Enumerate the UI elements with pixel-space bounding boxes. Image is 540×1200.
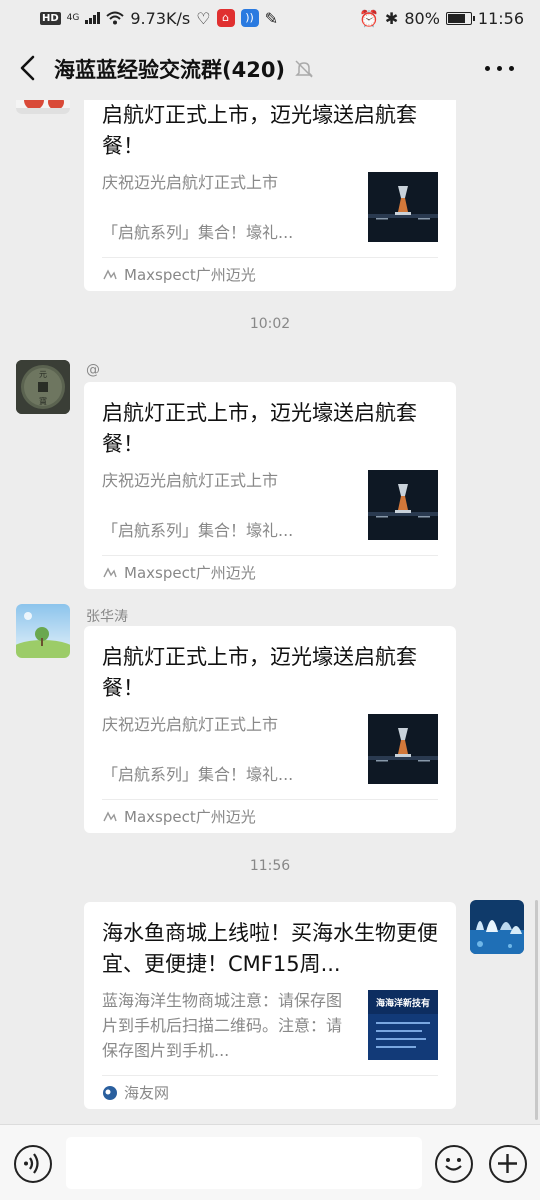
more-options-icon[interactable] [485,66,514,71]
scrollbar[interactable] [535,900,538,1120]
clock: 11:56 [477,8,524,28]
card-desc-line: 庆祝迈光启航灯正式上市 [102,715,279,734]
battery-percent: 80% [404,8,440,28]
health-heart-icon: ♡ [196,8,211,28]
notification-icon: ✎ [264,8,278,28]
signal-icon [85,12,101,24]
card-source-name: Maxspect广州迈光 [124,564,256,582]
avatar[interactable]: 元寶 [16,360,70,414]
card-source-name: 海友网 [124,1084,170,1102]
battery-icon [445,11,475,25]
site-logo-icon [103,1085,117,1100]
card-source-name: Maxspect广州迈光 [124,266,256,284]
card-title: 启航灯正式上市，迈光壕送启航套餐！ [102,645,417,700]
chat-title-group: 海蓝蓝经验交流群(420) [54,54,315,84]
card-description: 蓝海海洋生物商城注意：请保存图片到手机后扫描二维码。注意：请保存图片到手机... [102,991,342,1060]
alarm-icon: ⏰ [359,8,379,28]
link-card[interactable]: 启航灯正式上市，迈光壕送启航套餐！ 庆祝迈光启航灯正式上市 「启航系列」集合！壕… [84,382,456,589]
card-source: Maxspect广州迈光 [102,257,438,291]
card-source: Maxspect广州迈光 [102,799,438,833]
card-thumbnail [368,714,438,784]
miniprogram-icon [103,810,117,821]
card-thumbnail-text: 海海洋新技有 [376,997,430,1009]
link-card[interactable]: 启航灯正式上市，迈光壕送启航套餐！ 庆祝迈光启航灯正式上市 「启航系列」集合！壕… [84,100,456,291]
card-description: 庆祝迈光启航灯正式上市 「启航系列」集合！壕礼... [102,468,342,543]
card-desc-line: 庆祝迈光启航灯正式上市 [102,173,279,192]
status-bar: HD 4G 9.73K/s ♡ ⌂ )) ✎ ⏰ ✱ 80% 11:56 [0,0,540,36]
message-input[interactable] [66,1137,422,1189]
chat-title: 海蓝蓝经验交流群(420) [54,58,286,82]
card-title: 启航灯正式上市，迈光壕送启航套餐！ [102,103,417,158]
sender-name: 张华涛 [86,609,128,625]
avatar[interactable] [470,900,524,954]
more-functions-plus-icon[interactable] [489,1145,527,1183]
sender-name: @ [86,362,100,378]
emoji-icon[interactable] [435,1145,473,1183]
svg-text:元: 元 [39,370,47,379]
timestamp: 11:56 [249,858,291,874]
miniprogram-icon [103,566,117,577]
avatar[interactable] [16,100,70,114]
network-type: 4G [66,13,80,23]
input-bar [0,1124,540,1200]
card-title: 启航灯正式上市，迈光壕送启航套餐！ [102,401,417,456]
link-card[interactable]: 启航灯正式上市，迈光壕送启航套餐！ 庆祝迈光启航灯正式上市 「启航系列」集合！壕… [84,626,456,833]
card-thumbnail: 海海洋新技有 [368,990,438,1060]
wifi-icon [106,11,125,25]
card-description: 庆祝迈光启航灯正式上市 「启航系列」集合！壕礼... [102,712,342,787]
card-description: 庆祝迈光启航灯正式上市 「启航系列」集合！壕礼... [102,170,342,245]
card-thumbnail [368,470,438,540]
hd-indicator: HD [40,11,61,25]
home-app-icon: ⌂ [216,9,235,27]
mute-bell-icon [295,60,313,78]
voice-input-icon[interactable] [14,1145,52,1183]
miniprogram-icon [103,268,117,279]
nfc-app-icon: )) [240,9,259,27]
avatar[interactable] [16,604,70,658]
card-desc-line: 「启航系列」集合！壕礼... [102,521,294,540]
card-source: Maxspect广州迈光 [102,555,438,589]
card-thumbnail [368,172,438,242]
card-source-name: Maxspect广州迈光 [124,808,256,826]
card-desc-line: 庆祝迈光启航灯正式上市 [102,471,279,490]
card-source: 海友网 [102,1075,438,1109]
card-desc-line: 「启航系列」集合！壕礼... [102,765,294,784]
network-speed: 9.73K/s [130,8,191,28]
chat-header: 海蓝蓝经验交流群(420) [0,36,540,100]
svg-text:寶: 寶 [39,396,47,406]
card-title: 海水鱼商城上线啦！买海水生物更便宜、更便捷！CMF15周... [102,921,438,976]
timestamp: 10:02 [249,316,291,332]
card-desc-line: 「启航系列」集合！壕礼... [102,223,294,242]
bluetooth-icon: ✱ [384,8,399,28]
back-arrow-icon[interactable] [16,54,40,82]
link-card[interactable]: 海水鱼商城上线啦！买海水生物更便宜、更便捷！CMF15周... 蓝海海洋生物商城… [84,902,456,1109]
chat-message-list[interactable]: 启航灯正式上市，迈光壕送启航套餐！ 庆祝迈光启航灯正式上市 「启航系列」集合！壕… [0,100,540,1124]
